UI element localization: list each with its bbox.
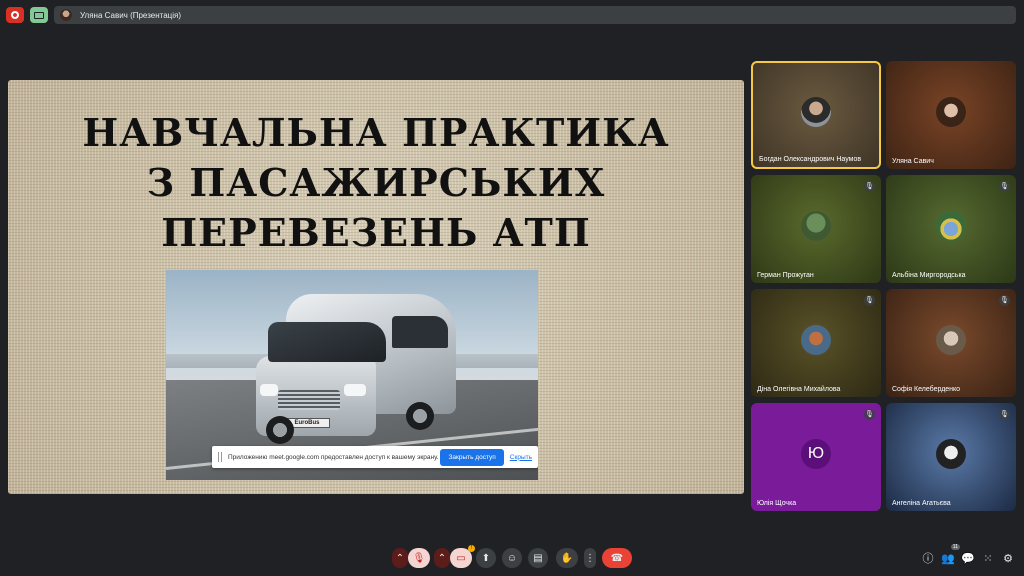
mic-off-icon: 🎙 xyxy=(999,295,1010,306)
avatar xyxy=(801,97,831,127)
participant-name: Софія Келеберденко xyxy=(892,386,961,393)
camera-options-chevron-icon[interactable]: ⌃ xyxy=(434,548,450,568)
meeting-info-button[interactable]: ⓘ xyxy=(920,550,936,566)
participant-tile[interactable]: Уляна Савич xyxy=(886,61,1016,169)
apps-grid-icon: ⁙ xyxy=(983,552,993,565)
avatar xyxy=(936,97,966,127)
mic-off-icon: 🎙 xyxy=(864,409,875,420)
drag-handle-icon[interactable] xyxy=(218,452,222,462)
captions-icon: ▤ xyxy=(533,552,543,564)
van-image: EuroBus xyxy=(256,294,456,444)
screen-share-notice: Приложению meet.google.com предоставлен … xyxy=(212,446,538,468)
warning-icon: ! xyxy=(468,545,475,552)
people-count-badge: 11 xyxy=(950,544,960,550)
leave-call-button[interactable]: ☎ xyxy=(602,548,632,568)
chat-icon: 💬 xyxy=(961,552,975,565)
avatar xyxy=(936,439,966,469)
slide-title-line-1: НАВЧАЛЬНА ПРАКТИКА xyxy=(82,110,670,155)
camera-off-icon: ▭ xyxy=(456,552,466,564)
avatar xyxy=(60,9,72,21)
slide-title-line-2: З ПАСАЖИРСЬКИХ xyxy=(146,160,606,205)
slide-title: НАВЧАЛЬНА ПРАКТИКА З ПАСАЖИРСЬКИХ ПЕРЕВЕ… xyxy=(8,108,744,258)
mic-off-icon: 🎙 xyxy=(999,409,1010,420)
avatar xyxy=(936,325,966,355)
hide-notice-link[interactable]: Скрыть xyxy=(510,454,532,461)
participant-tile[interactable]: 🎙 Ю Юлія Щочка xyxy=(751,403,881,511)
host-controls-button[interactable]: ⚙ xyxy=(1000,550,1016,566)
captions-button[interactable]: ▤ xyxy=(528,548,548,568)
avatar xyxy=(801,211,831,241)
mic-off-icon: 🎙 xyxy=(999,181,1010,192)
participant-name: Ангеліна Агатьєва xyxy=(892,500,951,507)
stop-sharing-button[interactable]: Закрыть доступ xyxy=(440,448,504,466)
present-icon: ⬆ xyxy=(481,552,491,564)
top-bar: Уляна Савич (Презентація) xyxy=(0,0,1024,30)
share-notice-text: Приложению meet.google.com предоставлен … xyxy=(228,453,439,461)
slide-title-line-3: ПЕРЕВЕЗЕНЬ АТП xyxy=(161,210,591,255)
avatar: Ю xyxy=(801,439,831,469)
presenter-label: Уляна Савич (Презентація) xyxy=(80,10,182,20)
presentation-icon[interactable] xyxy=(30,7,48,23)
participant-tile[interactable]: 🎙 Альбіна Миргородська xyxy=(886,175,1016,283)
camera-toggle-button[interactable]: ▭ ! xyxy=(450,545,475,568)
presentation-slide: НАВЧАЛЬНА ПРАКТИКА З ПАСАЖИРСЬКИХ ПЕРЕВЕ… xyxy=(8,80,744,494)
participant-name: Юлія Щочка xyxy=(757,500,797,507)
participant-name: Альбіна Миргородська xyxy=(892,272,966,279)
participant-tile[interactable]: 🎙 Ангеліна Агатьєва xyxy=(886,403,1016,511)
hand-icon: ✋ xyxy=(560,552,574,564)
participant-name: Герман Прожуган xyxy=(757,272,814,279)
mic-options-chevron-icon[interactable]: ⌃ xyxy=(392,548,408,568)
host-controls-icon: ⚙ xyxy=(1003,552,1013,565)
mic-off-icon: 🎙 xyxy=(412,552,426,564)
participant-tile[interactable]: 🎙 Діна Олегівна Михайлова xyxy=(751,289,881,397)
slide-photo: EuroBus Приложению meet.google.com предо… xyxy=(166,270,538,480)
participant-name: Уляна Савич xyxy=(892,158,934,165)
info-icon: ⓘ xyxy=(922,553,934,565)
emoji-icon: ☺ xyxy=(506,552,518,564)
participant-tile[interactable]: Богдан Олександрович Наумов xyxy=(751,61,881,169)
more-options-button[interactable]: ⋮ xyxy=(584,548,596,568)
participant-tile[interactable]: 🎙 Софія Келеберденко xyxy=(886,289,1016,397)
reactions-button[interactable]: ☺ xyxy=(502,548,522,568)
presenter-chip[interactable]: Уляна Савич (Презентація) xyxy=(54,6,1016,24)
call-controls-bar: ⌃ 🎙 ⌃ ▭ ! ⬆ ☺ ▤ ✋ ⋮ ☎ ⓘ 👥 11 💬 ⁙ ⚙ xyxy=(0,540,1024,576)
recording-icon[interactable] xyxy=(6,7,24,23)
mic-off-icon: 🎙 xyxy=(864,295,875,306)
activities-button[interactable]: ⁙ xyxy=(980,550,996,566)
mic-off-icon: 🎙 xyxy=(864,181,875,192)
participant-name: Діна Олегівна Михайлова xyxy=(757,386,841,393)
mic-toggle-button[interactable]: 🎙 xyxy=(408,548,430,568)
participant-tile[interactable]: 🎙 Герман Прожуган xyxy=(751,175,881,283)
hang-up-icon: ☎ xyxy=(610,552,624,564)
chat-button[interactable]: 💬 xyxy=(960,550,976,566)
more-vert-icon: ⋮ xyxy=(585,552,595,564)
participant-name: Богдан Олександрович Наумов xyxy=(759,156,862,163)
present-screen-button[interactable]: ⬆ xyxy=(476,548,496,568)
people-button[interactable]: 👥 11 xyxy=(940,544,960,566)
avatar xyxy=(936,211,966,241)
avatar xyxy=(801,325,831,355)
raise-hand-button[interactable]: ✋ xyxy=(556,548,578,568)
people-icon: 👥 xyxy=(941,552,955,565)
